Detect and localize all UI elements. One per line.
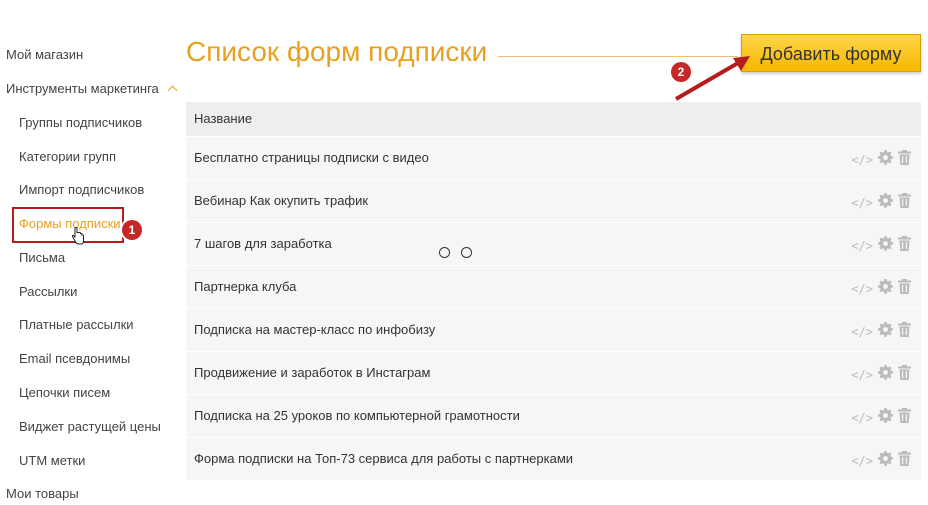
table-row: Форма подписки на Топ-73 сервиса для раб… xyxy=(186,437,921,480)
form-name[interactable]: Бесплатно страницы подписки с видео xyxy=(194,137,429,179)
table-row: Партнерка клуба </> xyxy=(186,265,921,308)
trash-icon[interactable] xyxy=(898,150,911,170)
gear-icon[interactable] xyxy=(878,236,893,256)
trash-icon[interactable] xyxy=(898,365,911,385)
table-row: Бесплатно страницы подписки с видео </> xyxy=(186,136,921,179)
row-actions: </> xyxy=(846,236,911,253)
code-icon[interactable]: </> xyxy=(851,411,873,425)
gear-icon[interactable] xyxy=(878,451,893,471)
form-name[interactable]: Подписка на 25 уроков по компьютерной гр… xyxy=(194,395,520,437)
row-actions: </> xyxy=(846,408,911,425)
sidebar-item-marketing-tools[interactable]: Инструменты маркетинга xyxy=(6,81,178,97)
form-name[interactable]: Вебинар Как окупить трафик xyxy=(194,180,368,222)
gear-icon[interactable] xyxy=(878,193,893,213)
table-row: 7 шагов для заработка </> xyxy=(186,222,921,265)
row-actions: </> xyxy=(846,322,911,339)
table-header-name: Название xyxy=(186,102,921,136)
form-name[interactable]: Форма подписки на Топ-73 сервиса для раб… xyxy=(194,438,573,480)
sidebar-item-letters[interactable]: Письма xyxy=(19,250,65,266)
code-icon[interactable]: </> xyxy=(851,282,873,296)
sidebar-item-price-widget[interactable]: Виджет растущей цены xyxy=(19,419,161,435)
code-icon[interactable]: </> xyxy=(851,196,873,210)
forms-table: Название Бесплатно страницы подписки с в… xyxy=(186,102,921,480)
form-name[interactable]: 7 шагов для заработка xyxy=(194,223,332,265)
gear-icon[interactable] xyxy=(878,408,893,428)
gear-icon[interactable] xyxy=(878,150,893,170)
trash-icon[interactable] xyxy=(898,408,911,428)
gear-icon[interactable] xyxy=(878,365,893,385)
sidebar-item-email-aliases[interactable]: Email псевдонимы xyxy=(19,351,130,367)
row-actions: </> xyxy=(846,193,911,210)
hand-cursor-icon xyxy=(71,227,84,245)
code-icon[interactable]: </> xyxy=(851,153,873,167)
sidebar-item-letter-chains[interactable]: Цепочки писем xyxy=(19,385,110,401)
gear-icon[interactable] xyxy=(878,279,893,299)
code-icon[interactable]: </> xyxy=(851,325,873,339)
row-actions: </> xyxy=(846,279,911,296)
form-name[interactable]: Продвижение и заработок в Инстаграм xyxy=(194,352,430,394)
loading-indicator xyxy=(439,245,483,263)
row-actions: </> xyxy=(846,150,911,167)
highlight-box xyxy=(12,207,124,243)
table-row: Подписка на мастер-класс по инфобизу </> xyxy=(186,308,921,351)
page-title: Список форм подписки xyxy=(186,36,488,67)
trash-icon[interactable] xyxy=(898,236,911,256)
row-actions: </> xyxy=(846,365,911,382)
form-name[interactable]: Подписка на мастер-класс по инфобизу xyxy=(194,309,435,351)
sidebar-item-utm-tags[interactable]: UTM метки xyxy=(19,453,85,469)
table-row: Продвижение и заработок в Инстаграм </> xyxy=(186,351,921,394)
sidebar-item-paid-mailings[interactable]: Платные рассылки xyxy=(19,317,134,333)
code-icon[interactable]: </> xyxy=(851,454,873,468)
sidebar: Мой магазин Инструменты маркетинга Групп… xyxy=(0,0,180,505)
sidebar-item-subscriber-import[interactable]: Импорт подписчиков xyxy=(19,182,144,198)
code-icon[interactable]: </> xyxy=(851,239,873,253)
add-form-button[interactable]: Добавить форму xyxy=(741,34,921,72)
code-icon[interactable]: </> xyxy=(851,368,873,382)
form-name[interactable]: Партнерка клуба xyxy=(194,266,296,308)
sidebar-item-subscriber-groups[interactable]: Группы подписчиков xyxy=(19,115,142,131)
trash-icon[interactable] xyxy=(898,322,911,342)
table-row: Подписка на 25 уроков по компьютерной гр… xyxy=(186,394,921,437)
trash-icon[interactable] xyxy=(898,193,911,213)
chevron-up-icon xyxy=(167,85,178,96)
row-actions: </> xyxy=(846,451,911,468)
trash-icon[interactable] xyxy=(898,279,911,299)
gear-icon[interactable] xyxy=(878,322,893,342)
sidebar-item-my-shop[interactable]: Мой магазин xyxy=(6,47,83,63)
table-row: Вебинар Как окупить трафик </> xyxy=(186,179,921,222)
sidebar-item-my-products[interactable]: Мои товары xyxy=(6,486,79,502)
sidebar-item-mailings[interactable]: Рассылки xyxy=(19,284,77,300)
step-badge-1: 1 xyxy=(122,220,142,240)
sidebar-item-label: Инструменты маркетинга xyxy=(6,81,159,96)
step-badge-2: 2 xyxy=(671,62,691,82)
sidebar-item-group-categories[interactable]: Категории групп xyxy=(19,149,116,165)
trash-icon[interactable] xyxy=(898,451,911,471)
